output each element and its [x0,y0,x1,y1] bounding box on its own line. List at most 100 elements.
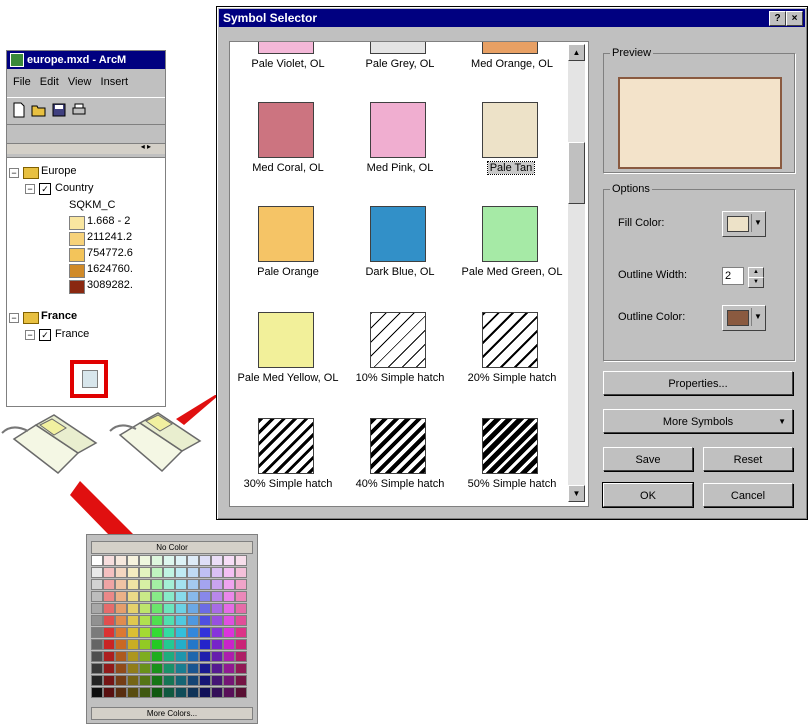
palette-color-cell[interactable] [187,579,199,590]
toc-group-france[interactable]: France [41,310,77,322]
symbol-item[interactable]: Pale Med Yellow, OL [232,298,344,398]
palette-color-cell[interactable] [235,603,247,614]
palette-color-cell[interactable] [199,675,211,686]
palette-color-cell[interactable] [211,687,223,698]
ok-button[interactable]: OK [602,482,694,508]
france-visibility-checkbox[interactable]: ✓ [39,329,51,341]
palette-color-cell[interactable] [175,651,187,662]
palette-color-cell[interactable] [163,675,175,686]
symbol-item[interactable]: Dark Blue, OL [344,192,456,292]
palette-color-cell[interactable] [187,651,199,662]
palette-color-cell[interactable] [175,663,187,674]
palette-color-cell[interactable] [151,567,163,578]
palette-color-cell[interactable] [103,615,115,626]
palette-color-cell[interactable] [235,639,247,650]
close-button[interactable]: × [786,11,803,26]
palette-color-cell[interactable] [163,603,175,614]
palette-color-cell[interactable] [151,591,163,602]
palette-color-cell[interactable] [103,579,115,590]
symbol-list-scrollbar[interactable]: ▲ ▼ [568,44,585,502]
tabstrip-arrows-icon[interactable]: ◂ ▸ [141,142,151,151]
palette-color-cell[interactable] [151,627,163,638]
palette-color-cell[interactable] [223,687,235,698]
collapse-country-icon[interactable]: − [25,184,35,194]
cancel-button[interactable]: Cancel [703,483,793,507]
palette-color-cell[interactable] [139,663,151,674]
palette-color-cell[interactable] [187,687,199,698]
new-icon[interactable] [11,102,27,118]
menu-edit[interactable]: Edit [40,76,59,88]
palette-color-cell[interactable] [187,615,199,626]
palette-color-cell[interactable] [223,615,235,626]
palette-color-cell[interactable] [223,651,235,662]
palette-color-cell[interactable] [103,591,115,602]
palette-color-cell[interactable] [187,663,199,674]
symbol-item[interactable]: 50% Simple hatch [456,404,568,504]
symbol-item[interactable]: 20% Simple hatch [456,298,568,398]
palette-color-cell[interactable] [223,639,235,650]
palette-color-cell[interactable] [139,675,151,686]
palette-color-cell[interactable] [211,651,223,662]
palette-color-cell[interactable] [223,627,235,638]
symbol-item[interactable]: 10% Simple hatch [344,298,456,398]
palette-color-cell[interactable] [115,627,127,638]
palette-color-cell[interactable] [175,555,187,566]
palette-color-cell[interactable] [127,579,139,590]
palette-color-cell[interactable] [163,579,175,590]
palette-color-cell[interactable] [91,555,103,566]
toc-layer-france[interactable]: France [55,328,89,340]
symbol-item-selected[interactable]: Pale Tan [456,88,568,188]
palette-color-cell[interactable] [139,603,151,614]
palette-color-cell[interactable] [199,639,211,650]
outline-color-button[interactable]: ▼ [722,305,766,331]
palette-color-cell[interactable] [211,615,223,626]
symbol-item[interactable]: Med Pink, OL [344,88,456,188]
palette-color-cell[interactable] [163,615,175,626]
palette-color-cell[interactable] [91,687,103,698]
palette-color-cell[interactable] [139,639,151,650]
palette-color-cell[interactable] [199,567,211,578]
palette-color-cell[interactable] [175,687,187,698]
palette-color-cell[interactable] [91,567,103,578]
palette-color-cell[interactable] [91,663,103,674]
class-swatch[interactable] [69,232,85,246]
palette-color-cell[interactable] [199,555,211,566]
palette-color-cell[interactable] [115,639,127,650]
class-swatch[interactable] [69,264,85,278]
palette-color-cell[interactable] [127,591,139,602]
palette-color-cell[interactable] [127,663,139,674]
palette-color-cell[interactable] [151,579,163,590]
palette-color-cell[interactable] [127,639,139,650]
class-swatch[interactable] [69,248,85,262]
outline-width-input[interactable] [722,267,744,285]
palette-color-cell[interactable] [163,591,175,602]
palette-color-cell[interactable] [103,627,115,638]
toc-layer-country[interactable]: Country [55,182,94,194]
palette-color-cell[interactable] [127,627,139,638]
palette-color-cell[interactable] [199,603,211,614]
symbol-item[interactable]: Pale Orange [232,192,344,292]
palette-color-cell[interactable] [235,663,247,674]
palette-color-cell[interactable] [163,555,175,566]
palette-color-cell[interactable] [115,687,127,698]
palette-color-cell[interactable] [115,675,127,686]
scroll-up-icon[interactable]: ▲ [568,44,585,61]
palette-color-cell[interactable] [235,555,247,566]
palette-color-cell[interactable] [127,567,139,578]
palette-color-cell[interactable] [103,651,115,662]
palette-color-cell[interactable] [91,651,103,662]
palette-color-cell[interactable] [163,639,175,650]
palette-color-cell[interactable] [163,567,175,578]
palette-color-cell[interactable] [127,687,139,698]
palette-color-cell[interactable] [115,555,127,566]
palette-color-cell[interactable] [235,651,247,662]
palette-color-cell[interactable] [127,675,139,686]
palette-color-cell[interactable] [235,567,247,578]
palette-color-cell[interactable] [139,591,151,602]
palette-color-cell[interactable] [91,615,103,626]
palette-color-cell[interactable] [175,675,187,686]
collapse-france-icon[interactable]: − [9,313,19,323]
palette-color-cell[interactable] [139,567,151,578]
palette-color-cell[interactable] [151,663,163,674]
palette-color-cell[interactable] [151,555,163,566]
